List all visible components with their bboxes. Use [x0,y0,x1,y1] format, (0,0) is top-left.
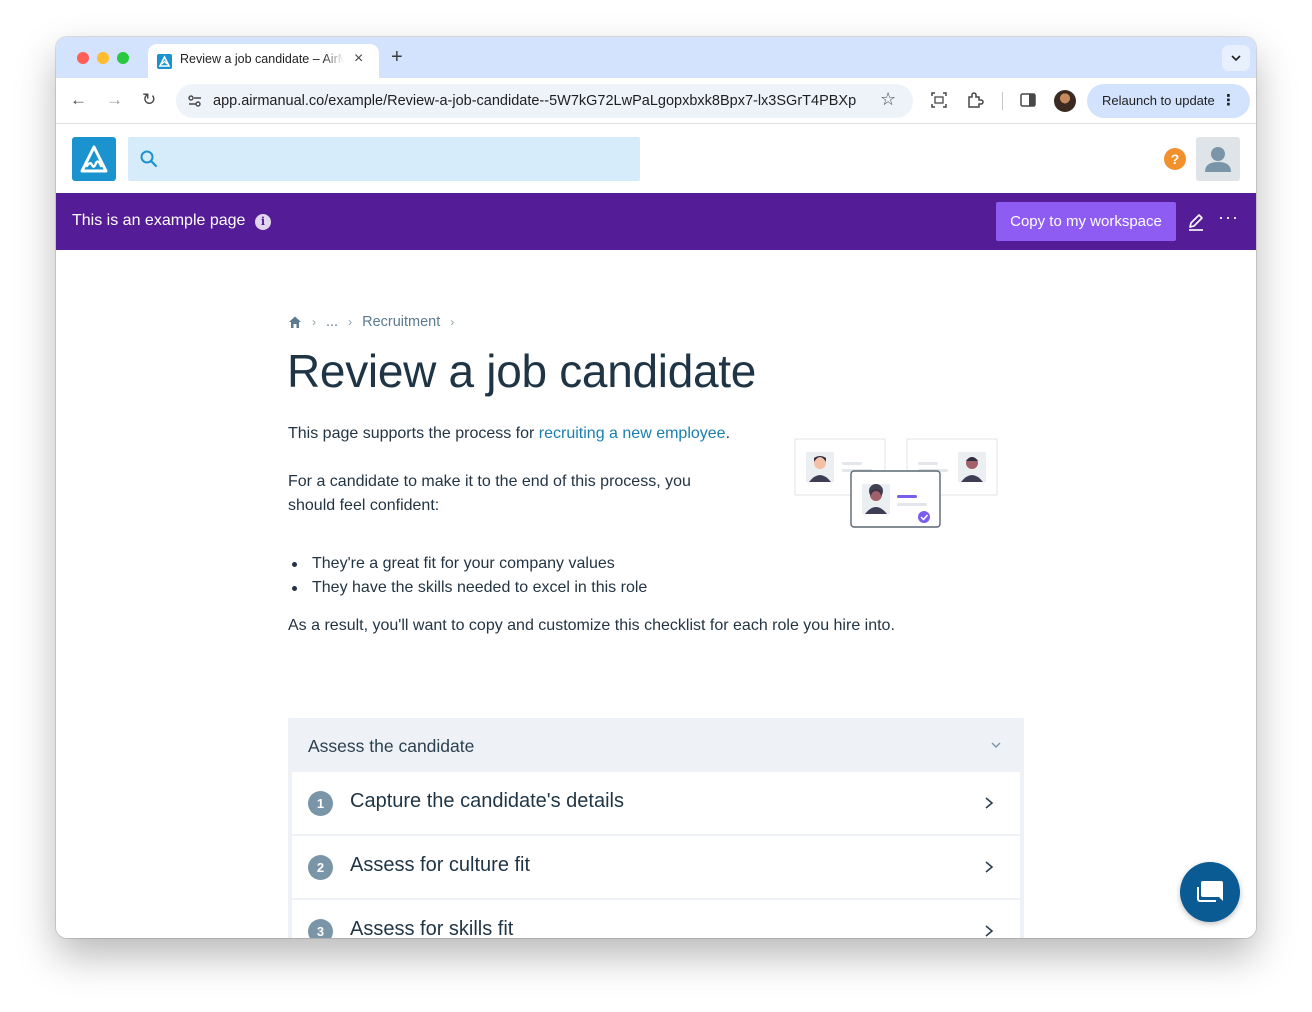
step-number-badge: 3 [308,919,333,938]
candidate-review-illustration [794,438,998,528]
chevron-right-icon [985,925,994,937]
browser-window: Review a job candidate – AirManual × + ←… [56,37,1256,938]
new-tab-button[interactable]: + [391,46,403,68]
intro-paragraph: This page supports the process for recru… [288,422,730,446]
airmanual-logo[interactable] [72,137,116,181]
edit-pencil-icon[interactable] [1186,212,1206,232]
minimize-window-button[interactable] [97,52,109,64]
chevron-down-icon[interactable] [989,738,1003,752]
chevron-right-icon [985,797,994,809]
chat-widget-button[interactable] [1180,862,1240,922]
page-title: Review a job candidate [287,345,757,397]
step-number-badge: 1 [308,791,333,816]
user-icon [1205,147,1231,172]
relaunch-to-update-button[interactable]: Relaunch to update ⋮ [1087,84,1250,118]
help-icon[interactable]: ? [1164,148,1186,170]
profile-avatar[interactable] [1054,90,1076,112]
site-settings-icon[interactable] [186,92,204,110]
bookmark-star-icon[interactable]: ☆ [880,89,896,110]
breadcrumb-separator: › [312,315,316,329]
step-row[interactable]: 1 Capture the candidate's details [292,772,1020,834]
extensions-icon[interactable] [965,90,985,110]
breadcrumb: › ... › Recruitment › [288,314,464,330]
step-number-badge: 2 [308,855,333,880]
maximize-window-button[interactable] [117,52,129,64]
search-box[interactable] [128,137,640,181]
chat-icon [1197,881,1223,902]
breadcrumb-separator: › [450,315,455,329]
tab-title: Review a job candidate – AirManual [180,52,344,66]
step-row[interactable]: 3 Assess for skills fit [292,900,1020,938]
criteria-list: They're a great fit for your company val… [288,552,647,600]
step-label: Capture the candidate's details [350,790,624,812]
section-title[interactable]: Assess the candidate [308,736,474,757]
step-row[interactable]: 2 Assess for culture fit [292,836,1020,898]
search-input[interactable] [168,145,628,173]
screen-capture-icon[interactable] [929,90,949,110]
home-icon[interactable] [288,315,302,329]
search-icon [140,150,158,168]
banner-text: This is an example page [72,212,246,229]
more-options-icon[interactable]: ··· [1218,207,1239,228]
result-paragraph: As a result, you'll want to copy and cus… [288,617,895,634]
step-label: Assess for culture fit [350,854,531,876]
list-item: They have the skills needed to excel in … [288,576,647,600]
recruiting-link[interactable]: recruiting a new employee [539,425,726,442]
page-content: › ... › Recruitment › Review a job candi… [56,250,1256,938]
breadcrumb-separator: › [348,315,353,329]
breadcrumb-ellipsis[interactable]: ... [326,314,338,330]
intro-text: This page supports the process for [288,425,539,442]
step-label: Assess for skills fit [350,918,514,938]
close-window-button[interactable] [77,52,89,64]
user-avatar-button[interactable] [1196,137,1240,181]
airmanual-favicon-icon [157,54,172,69]
breadcrumb-recruitment[interactable]: Recruitment [362,314,440,330]
list-item: They're a great fit for your company val… [288,552,647,576]
assess-candidate-section: Assess the candidate 1 Capture the candi… [288,718,1024,938]
tab-bar: Review a job candidate – AirManual × + [56,37,1256,78]
app-header: ? [56,124,1256,193]
side-panel-icon[interactable] [1018,90,1038,110]
reload-button[interactable]: ↻ [142,90,156,110]
tab-close-icon[interactable]: × [354,50,363,68]
browser-menu-icon[interactable]: ⋮ [1221,84,1236,118]
tab-search-button[interactable] [1222,45,1250,71]
intro-period: . [725,425,731,442]
forward-button[interactable]: → [106,90,123,110]
address-bar[interactable]: app.airmanual.co/example/Review-a-job-ca… [176,84,913,118]
browser-tab[interactable]: Review a job candidate – AirManual × [148,44,379,78]
chevron-right-icon [985,861,994,873]
example-page-banner: This is an example page i Copy to my wor… [56,193,1256,250]
relaunch-label: Relaunch to update [1102,93,1215,108]
copy-to-workspace-button[interactable]: Copy to my workspace [996,202,1176,241]
browser-toolbar: ← → ↻ app.airmanual.co/example/Review-a-… [56,78,1256,124]
back-button[interactable]: ← [70,90,87,110]
info-icon[interactable]: i [255,214,271,230]
toolbar-divider [1002,92,1003,110]
confidence-paragraph: For a candidate to make it to the end of… [288,473,691,514]
url-text: app.airmanual.co/example/Review-a-job-ca… [213,93,857,109]
